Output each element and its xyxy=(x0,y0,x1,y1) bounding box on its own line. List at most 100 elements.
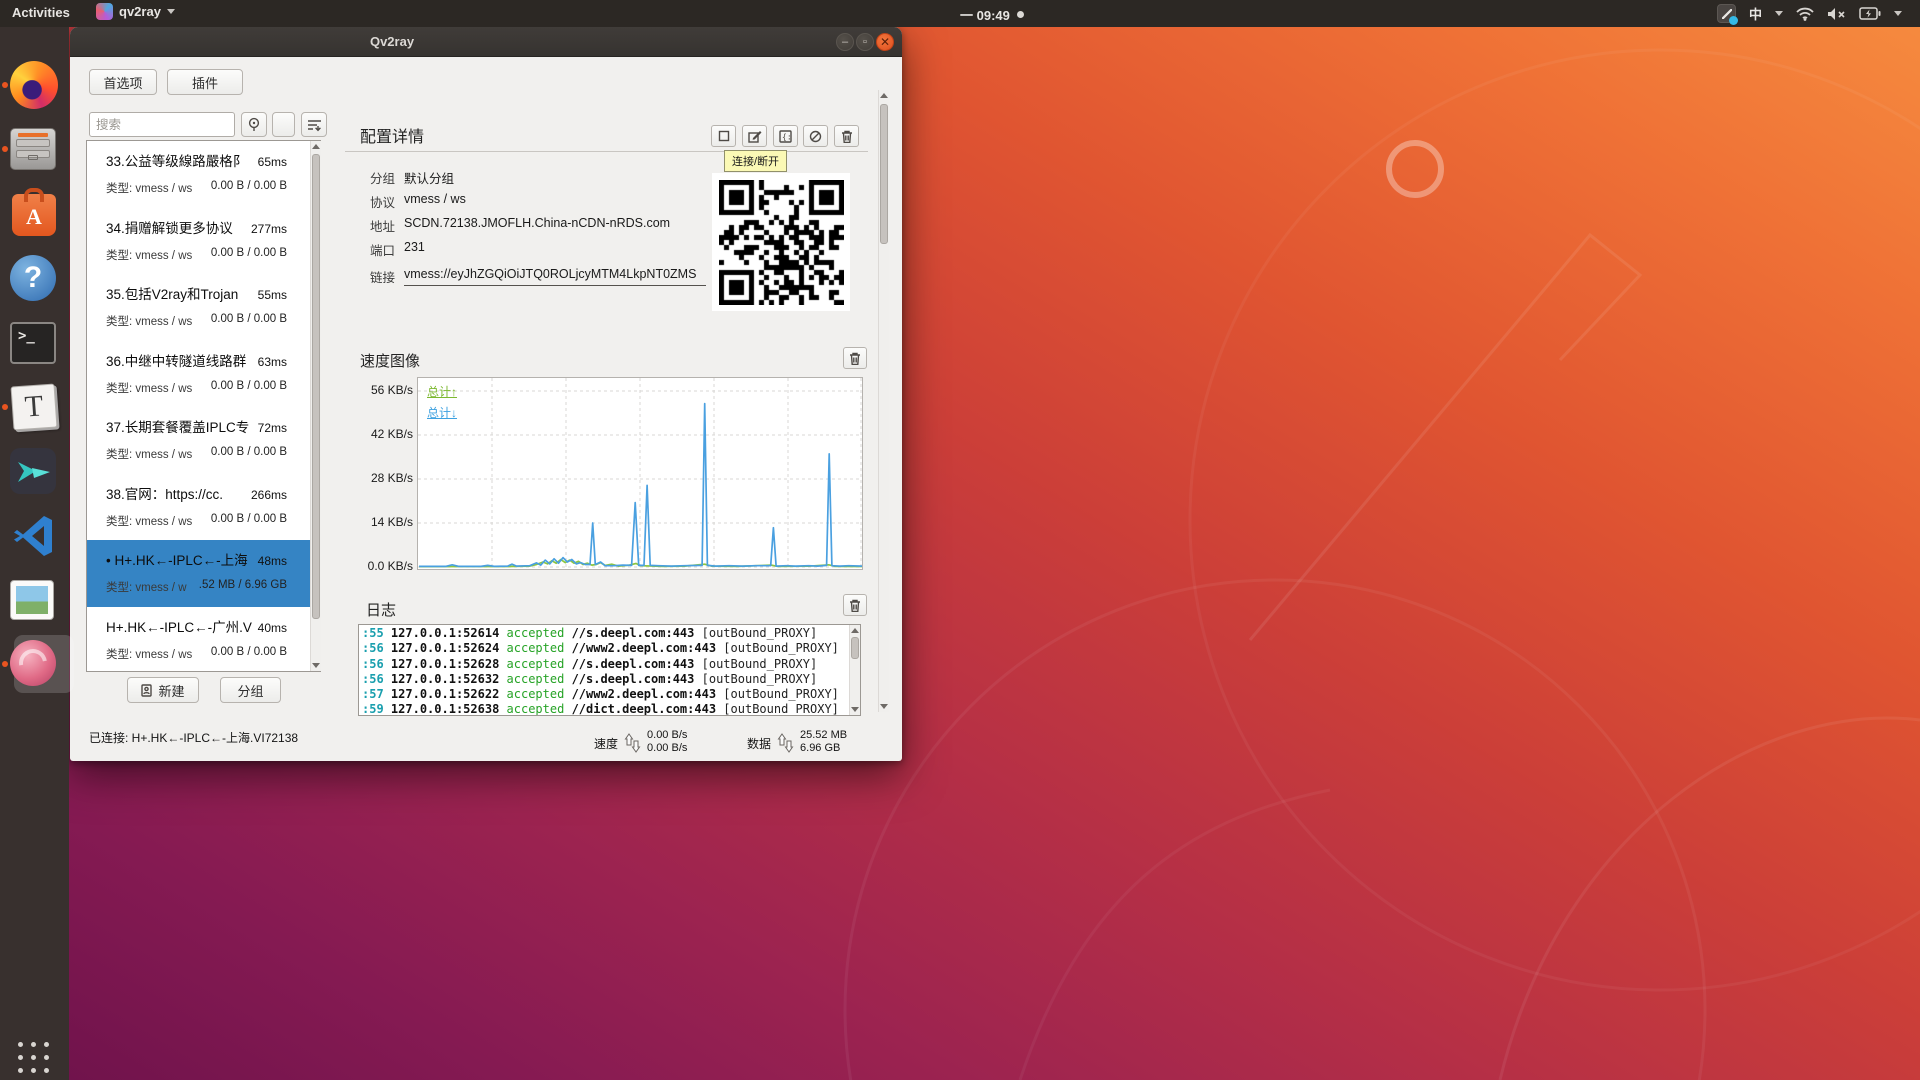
server-list-item[interactable]: 34.捐赠解锁更多协议 277ms 类型: vmess / ws 0.00 B … xyxy=(87,208,311,275)
dock-item-vscode[interactable] xyxy=(10,512,58,560)
search-input[interactable] xyxy=(89,112,235,137)
clear-latency-button[interactable] xyxy=(803,125,828,147)
latency-test-button[interactable] xyxy=(241,112,267,137)
server-list-item[interactable]: 38.官网：https://cc. 266ms 类型: vmess / ws 0… xyxy=(87,474,311,541)
chevron-down-icon xyxy=(167,9,175,14)
share-link-input[interactable]: vmess://eyJhZGQiOiJTQ0ROLjcyMTM4LkpNT0ZM… xyxy=(404,264,706,286)
help-icon: ? xyxy=(10,255,56,301)
connection-status: 已连接: H+.HK←-IPLC←-上海.VI72138 xyxy=(89,729,298,746)
dock-item-terminal[interactable]: >_ xyxy=(10,319,58,367)
scrollbar-thumb[interactable] xyxy=(312,154,320,619)
keyboard-layout-indicator[interactable]: 中 xyxy=(1749,4,1762,23)
dock-item-qv2ray[interactable] xyxy=(10,640,58,688)
qr-code-canvas xyxy=(719,180,844,305)
server-list-item[interactable]: 37.长期套餐覆盖IPLC专 72ms 类型: vmess / ws 0.00 … xyxy=(87,407,311,474)
ime-icon[interactable] xyxy=(1717,4,1736,23)
scroll-up-arrow[interactable] xyxy=(311,141,321,152)
chevron-down-icon xyxy=(1894,11,1902,16)
dock-item-help[interactable]: ? xyxy=(10,255,58,303)
dock-item-firefox[interactable] xyxy=(10,61,58,109)
log-scrollbar[interactable] xyxy=(849,625,860,715)
link-label: 链接 xyxy=(370,264,395,286)
config-field-row: 端口 231 xyxy=(370,240,710,257)
running-dot xyxy=(2,82,8,88)
server-list-item[interactable]: 33.公益等级線路嚴格阝 65ms 类型: vmess / ws 0.00 B … xyxy=(87,141,311,208)
log-line: :59 127.0.0.1:52638 accepted //dict.deep… xyxy=(362,702,860,716)
dock-item-file-cabinet[interactable] xyxy=(10,125,58,173)
sort-button[interactable] xyxy=(301,112,327,137)
dock-item-text-editor[interactable]: T xyxy=(10,383,58,431)
preferences-button[interactable]: 首选项 xyxy=(89,69,157,95)
config-fields: 分组 默认分组 协议 vmess / ws 地址 SCDN.72138.JMOF… xyxy=(370,168,710,264)
dock-item-dev-tool[interactable] xyxy=(10,448,58,496)
wifi-icon xyxy=(1796,7,1814,21)
dock-item-image-viewer[interactable] xyxy=(10,576,58,624)
show-applications-button[interactable] xyxy=(18,1042,51,1075)
window-maximize-button[interactable]: ▫ xyxy=(856,33,874,51)
qv2ray-icon xyxy=(10,640,56,686)
system-indicators[interactable]: 中 xyxy=(1717,0,1902,27)
updown-arrows-icon xyxy=(777,731,794,755)
server-list-item[interactable]: • H+.HK←-IPLC←-上海 48ms 类型: vmess / w .52… xyxy=(87,540,311,607)
app-menu[interactable]: qv2ray xyxy=(96,3,175,20)
speed-label: 速度 xyxy=(594,727,618,752)
clear-graph-button[interactable] xyxy=(843,347,867,369)
scrollbar-thumb[interactable] xyxy=(851,637,859,659)
server-latency: 72ms xyxy=(258,421,287,435)
connect-disconnect-button[interactable] xyxy=(711,125,736,147)
clear-usage-button[interactable] xyxy=(272,112,295,137)
scroll-down-arrow[interactable] xyxy=(879,701,889,712)
panel-scrollbar[interactable] xyxy=(878,90,889,712)
legend-total-download[interactable]: 总计↓ xyxy=(427,403,457,424)
clock[interactable]: 一 09:49 xyxy=(960,5,1024,24)
server-title: 36.中继中转隧道线路群 xyxy=(106,350,246,370)
activities-button[interactable]: Activities xyxy=(12,5,70,20)
json-edit-icon: {:} xyxy=(779,130,792,143)
delete-config-button[interactable] xyxy=(834,125,859,147)
window-close-button[interactable]: ✕ xyxy=(876,33,894,51)
legend-total-upload[interactable]: 总计↑ xyxy=(427,382,457,403)
server-list-scrollbar[interactable] xyxy=(310,141,321,671)
server-latency: 40ms xyxy=(258,621,287,635)
log-output[interactable]: :55 127.0.0.1:52614 accepted //s.deepl.c… xyxy=(358,624,861,716)
edit-json-button[interactable]: {:} xyxy=(773,125,798,147)
server-list-item[interactable]: 35.包括V2ray和Trojan 55ms 类型: vmess / ws 0.… xyxy=(87,274,311,341)
server-traffic: .52 MB / 6.96 GB xyxy=(199,579,287,595)
field-label: 协议 xyxy=(370,192,395,209)
scroll-up-arrow[interactable] xyxy=(879,90,889,101)
svg-text:{:}: {:} xyxy=(782,132,792,141)
server-title: 33.公益等级線路嚴格阝 xyxy=(106,150,246,170)
new-server-button[interactable]: 新建 xyxy=(127,677,199,703)
scroll-down-arrow[interactable] xyxy=(311,660,321,671)
window-minimize-button[interactable]: – xyxy=(836,33,854,51)
dev-tool-icon xyxy=(10,448,56,494)
new-document-icon xyxy=(141,684,153,697)
server-latency: 48ms xyxy=(258,554,287,568)
window-titlebar[interactable]: Qv2ray – ▫ ✕ xyxy=(70,27,902,57)
dock-item-ubuntu-software[interactable]: A xyxy=(10,191,58,239)
running-dot xyxy=(2,661,8,667)
server-list-item[interactable]: 36.中继中转隧道线路群 63ms 类型: vmess / ws 0.00 B … xyxy=(87,341,311,408)
server-latency: 277ms xyxy=(251,222,287,236)
data-status: 数据 25.52 MB6.96 GB xyxy=(747,724,847,755)
group-button[interactable]: 分组 xyxy=(220,677,281,703)
server-list[interactable]: 33.公益等级線路嚴格阝 65ms 类型: vmess / ws 0.00 B … xyxy=(86,140,321,672)
plugins-button[interactable]: 插件 xyxy=(167,69,243,95)
scroll-down-arrow[interactable] xyxy=(850,704,860,715)
edit-config-button[interactable] xyxy=(742,125,767,147)
server-title: 35.包括V2ray和Trojan xyxy=(106,283,238,303)
edit-icon xyxy=(748,130,762,143)
scrollbar-thumb[interactable] xyxy=(880,104,888,244)
app-menu-label: qv2ray xyxy=(119,4,161,19)
server-list-item[interactable]: H+.HK←-IPLC←-广州.V 40ms 类型: vmess / ws 0.… xyxy=(87,607,311,673)
server-protocol: 类型: vmess / ws xyxy=(106,380,192,396)
share-link-row: 链接 vmess://eyJhZGQiOiJTQ0ROLjcyMTM4LkpNT… xyxy=(370,264,706,286)
field-value: 231 xyxy=(404,240,425,257)
log-heading: 日志 xyxy=(366,599,396,620)
chevron-down-icon xyxy=(1775,11,1783,16)
log-line: :57 127.0.0.1:52622 accepted //www2.deep… xyxy=(362,687,860,702)
server-traffic: 0.00 B / 0.00 B xyxy=(211,180,287,196)
y-axis-tick: 56 KB/s xyxy=(350,383,413,397)
scroll-up-arrow[interactable] xyxy=(850,625,860,636)
clear-log-button[interactable] xyxy=(843,594,867,616)
